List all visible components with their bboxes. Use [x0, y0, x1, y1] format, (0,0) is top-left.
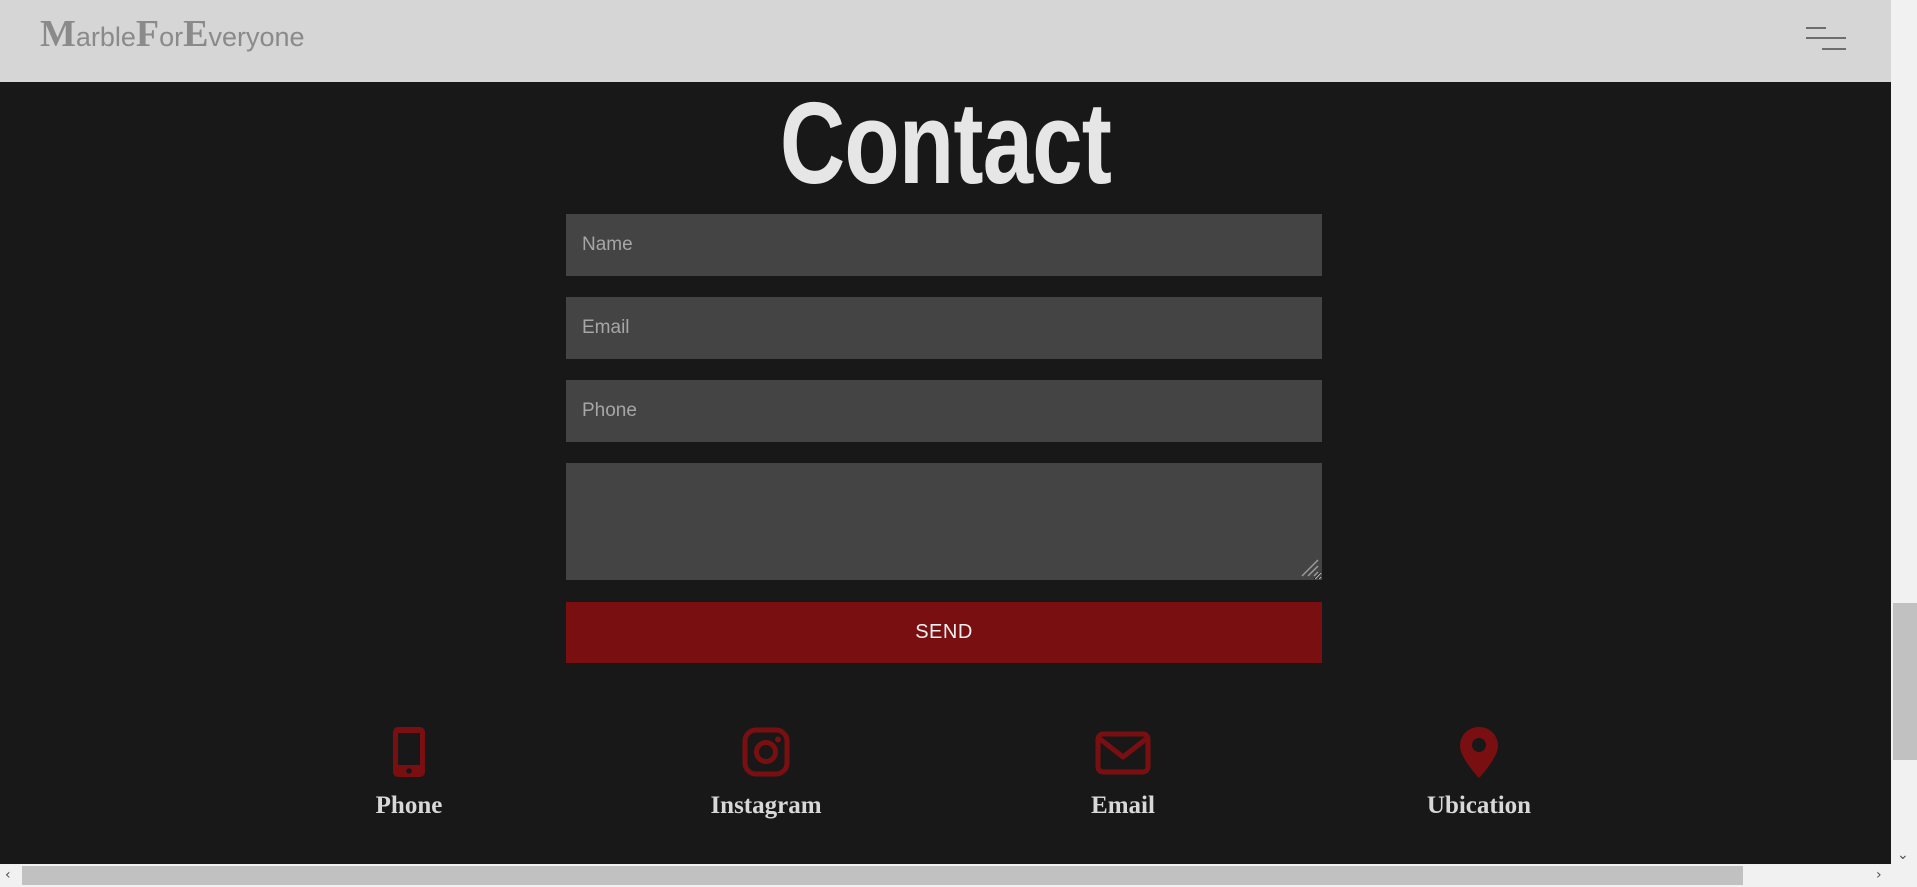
message-textarea[interactable] [566, 463, 1322, 580]
contact-item-ubication[interactable]: Ubication [1349, 725, 1609, 821]
top-navbar: Marble For Everyone [0, 0, 1891, 82]
send-button[interactable]: SEND [566, 602, 1322, 663]
contact-label-email: Email [1091, 792, 1155, 819]
contact-label-ubication: Ubication [1426, 792, 1532, 819]
logo-letter-e: E [183, 13, 209, 55]
logo-letter-m: M [40, 13, 76, 55]
hamburger-menu-icon [1806, 27, 1846, 50]
contact-label-phone: Phone [375, 792, 443, 819]
envelope-icon [1095, 731, 1151, 775]
name-input[interactable] [566, 214, 1322, 276]
site-logo[interactable]: Marble For Everyone [40, 14, 305, 54]
map-pin-icon [1460, 727, 1498, 778]
contact-item-email[interactable]: Email [993, 725, 1253, 821]
page-title: Contact [779, 78, 1112, 208]
scroll-down-arrow-icon[interactable]: ⌄ [1897, 848, 1909, 862]
resize-grip-icon[interactable] [1298, 556, 1320, 578]
scroll-right-arrow-icon[interactable]: › [1876, 868, 1882, 882]
contact-page: MarbleForEveryone Contact SEND Phone [0, 0, 1917, 887]
phone-input[interactable] [566, 380, 1322, 442]
scroll-left-arrow-icon[interactable]: ‹ [5, 868, 11, 882]
logo-letter-f: F [135, 13, 160, 55]
hamburger-menu-button[interactable] [1800, 22, 1852, 58]
horizontal-scrollbar-thumb[interactable] [22, 866, 1743, 885]
contact-label-instagram: Instagram [710, 792, 822, 819]
vertical-scrollbar-thumb[interactable] [1893, 603, 1917, 760]
contact-item-phone[interactable]: Phone [279, 725, 539, 821]
instagram-icon [742, 727, 790, 777]
email-input[interactable] [566, 297, 1322, 359]
logo-text-arble: arble [75, 22, 136, 52]
logo-text-everyone: veryone [208, 22, 305, 52]
contact-item-instagram[interactable]: Instagram [636, 725, 896, 821]
mobile-phone-icon [393, 727, 425, 777]
logo-text-or: or [159, 22, 184, 52]
